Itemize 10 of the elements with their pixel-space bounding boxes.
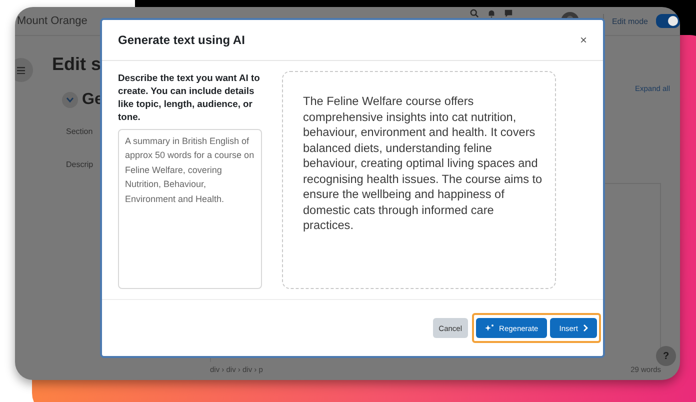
prompt-label: Describe the text you want AI to create. You can include details like topic, length, audience, or tone. — [118, 71, 261, 123]
field-label: Descrip — [66, 160, 94, 169]
edit-mode-label: Edit mode — [612, 16, 648, 26]
page-heading: Edit s — [52, 54, 102, 75]
generated-text: The Feline Welfare course offers comprehensive insights into cat nutrition, behaviour, environment and health. It covers balanced diets, understanding feline behaviour, creating optimal living spaces and recognising health issues. The course aims to ensure the wellbeing and happiness of domestic cats through informed care practices. — [303, 94, 544, 234]
dialog-title: Generate text using AI — [118, 33, 245, 47]
site-name[interactable]: Mount Orange — [17, 15, 88, 27]
close-button[interactable]: × — [576, 33, 591, 47]
prompt-field[interactable]: A summary in British English of approx 50 words for a course on Feline Welfare, covering Nutrition, Behaviour, Environment and Health. — [118, 129, 262, 289]
field-label: Section — [66, 127, 93, 136]
